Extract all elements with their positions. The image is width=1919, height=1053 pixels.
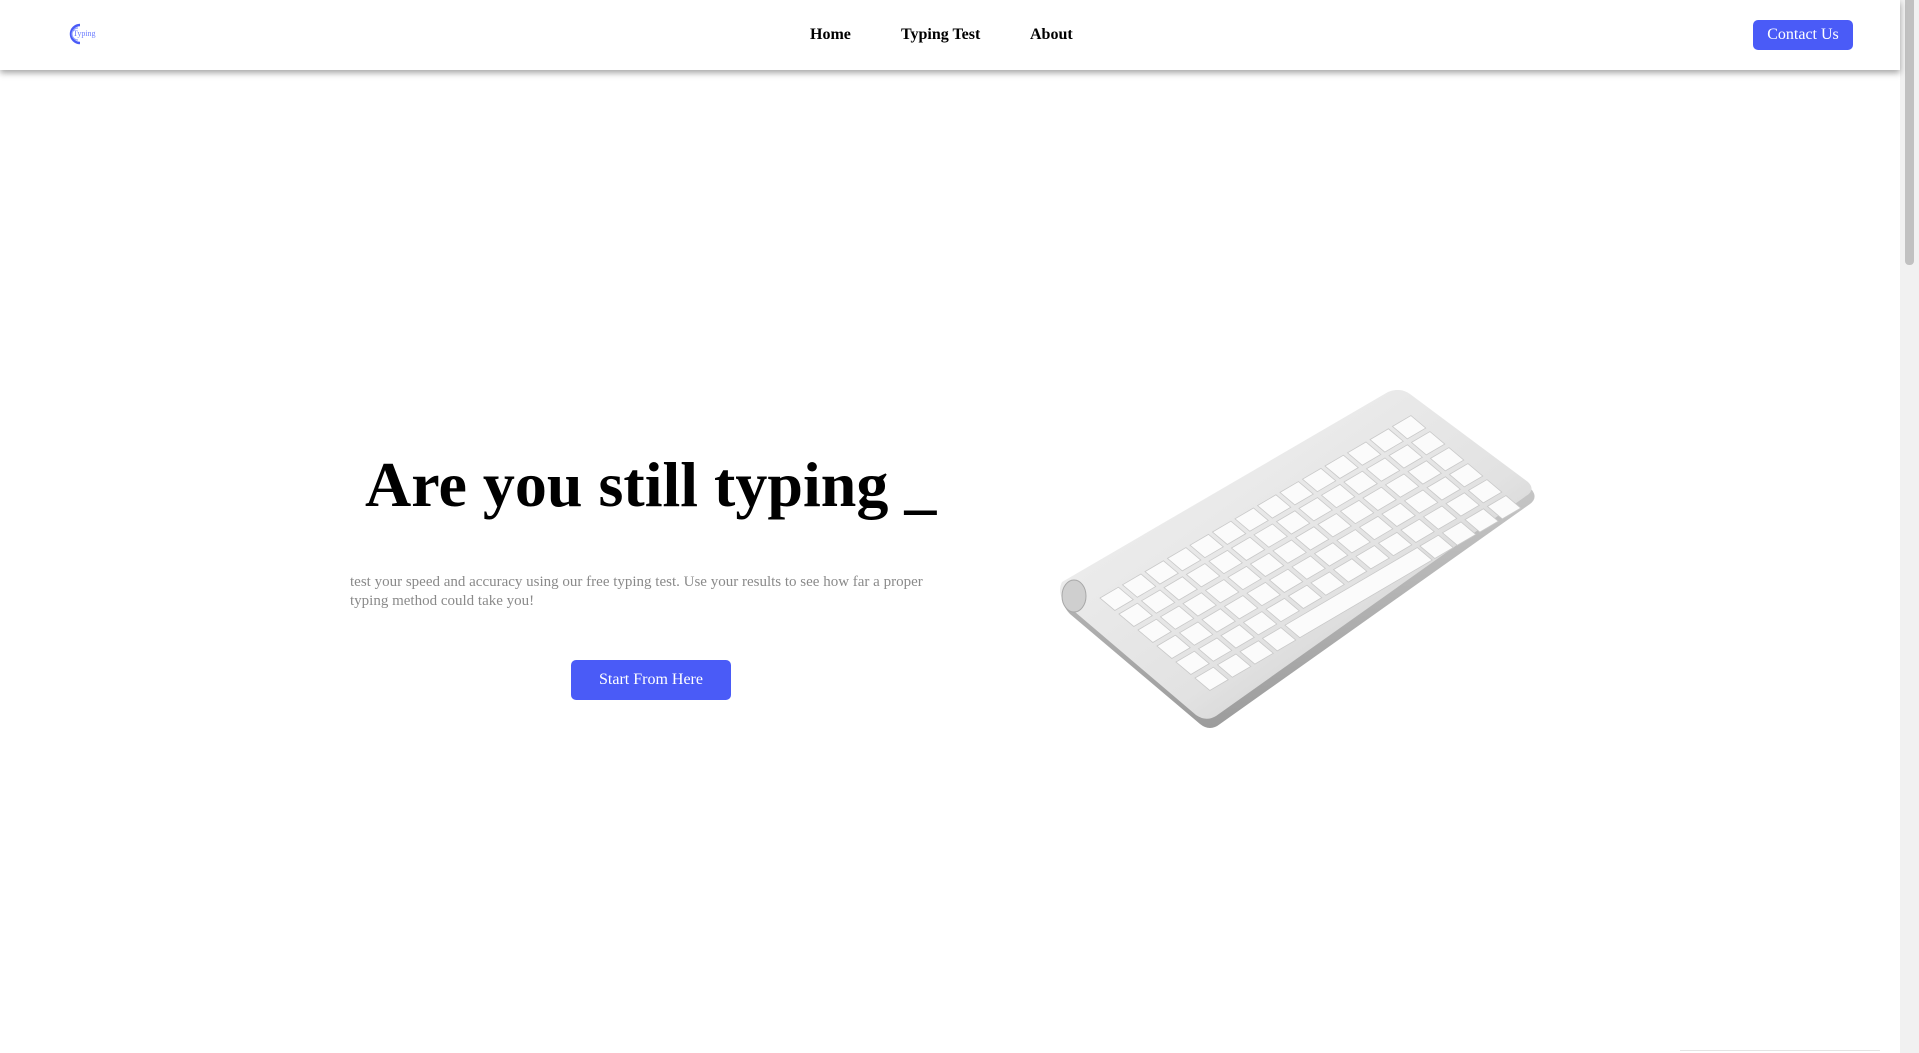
page-scrollbar[interactable] [1900, 0, 1919, 1053]
hero-description: test your speed and accuracy using our f… [350, 574, 923, 609]
start-from-here-button[interactable]: Start From Here [571, 660, 731, 700]
scrollbar-thumb[interactable] [1905, 0, 1914, 265]
nav-home-link[interactable]: Home [810, 24, 851, 46]
divider [1680, 1050, 1880, 1051]
contact-us-button[interactable]: Contact Us [1753, 20, 1853, 50]
logo-text: Typing [73, 29, 96, 38]
nav-typing-test-link[interactable]: Typing Test [901, 24, 980, 46]
nav-about-link[interactable]: About [1030, 24, 1073, 46]
hero-title: Are you still typing _ [365, 449, 937, 520]
keyboard-image [1060, 389, 1540, 740]
navbar: Typing Home Typing Test About Contact Us [0, 0, 1900, 70]
